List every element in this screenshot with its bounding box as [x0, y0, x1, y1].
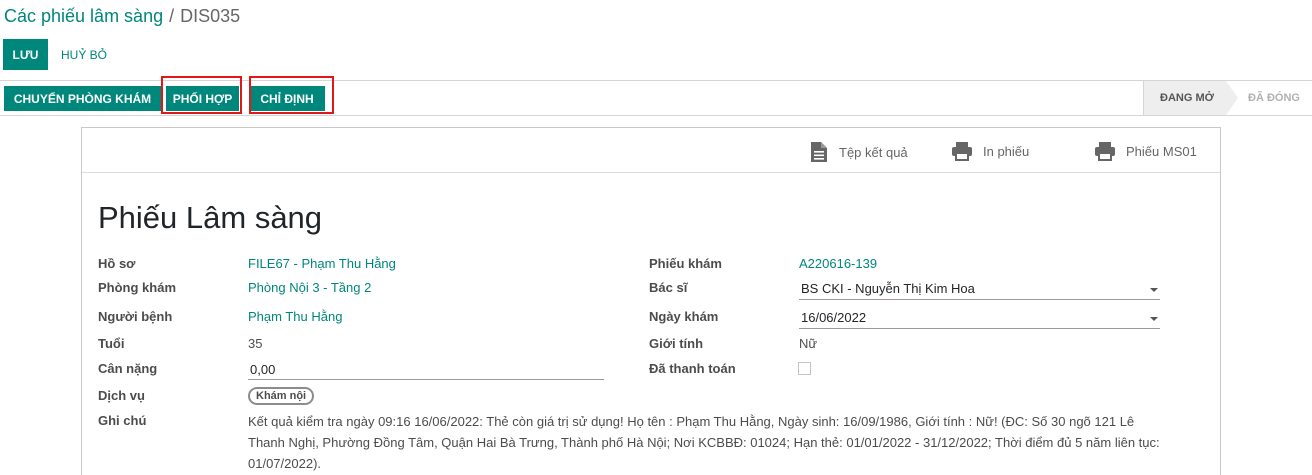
breadcrumb: Các phiếu lâm sàng / DIS035: [4, 6, 240, 27]
assign-button[interactable]: CHỈ ĐỊNH: [249, 86, 325, 111]
print-button[interactable]: In phiếu: [951, 141, 1029, 161]
room-label: Phòng khám: [98, 280, 177, 295]
chevron-down-icon[interactable]: [1150, 288, 1158, 292]
doctor-value: BS CKI - Nguyễn Thị Kim Hoa: [801, 281, 975, 296]
stage-bar: ĐANG MỞ ĐÃ ĐÓNG: [1143, 81, 1312, 115]
room-link[interactable]: Phòng Nội 3 - Tầng 2: [248, 280, 371, 295]
breadcrumb-separator: /: [169, 6, 175, 26]
breadcrumb-parent-link[interactable]: Các phiếu lâm sàng: [4, 6, 163, 26]
form-sheet: Tệp kết quả In phiếu Phiếu MS01 Phiếu Lâ…: [81, 127, 1221, 475]
date-value: 16/06/2022: [801, 310, 867, 325]
weight-label: Cân nặng: [98, 361, 158, 376]
ms01-label: Phiếu MS01: [1126, 143, 1197, 159]
breadcrumb-current: DIS035: [180, 6, 241, 26]
gender-label: Giới tính: [649, 336, 704, 351]
exam-link[interactable]: A220616-139: [799, 256, 877, 271]
transfer-room-button[interactable]: CHUYỂN PHÒNG KHÁM: [4, 86, 161, 111]
doctor-select[interactable]: BS CKI - Nguyễn Thị Kim Hoa: [799, 278, 1160, 300]
age-value: 35: [248, 336, 263, 351]
service-label: Dịch vụ: [98, 388, 145, 403]
patient-label: Người bệnh: [98, 309, 173, 324]
stage-closed[interactable]: ĐÃ ĐÓNG: [1226, 81, 1312, 115]
result-file-button[interactable]: Tệp kết quả: [809, 141, 908, 163]
note-label: Ghi chú: [98, 413, 147, 428]
printer-icon: [952, 142, 972, 161]
discard-button[interactable]: HUỶ BỎ: [61, 39, 107, 70]
printer-icon: [1095, 142, 1115, 161]
coordinate-button[interactable]: PHỐI HỢP: [166, 86, 239, 111]
form-title: Phiếu Lâm sàng: [98, 200, 323, 235]
patient-link[interactable]: Phạm Thu Hằng: [248, 309, 342, 324]
age-label: Tuổi: [98, 336, 125, 351]
service-tag[interactable]: Khám nội: [248, 387, 315, 405]
result-file-label: Tệp kết quả: [839, 144, 908, 160]
statusbar: CHUYỂN PHÒNG KHÁM PHỐI HỢP CHỈ ĐỊNH ĐANG…: [0, 76, 1312, 116]
sheet-button-box: Tệp kết quả In phiếu Phiếu MS01: [82, 128, 1220, 173]
record-label: Hồ sơ: [98, 256, 136, 271]
paid-checkbox[interactable]: [798, 362, 811, 375]
stage-open[interactable]: ĐANG MỞ: [1143, 81, 1239, 115]
record-link[interactable]: FILE67 - Phạm Thu Hằng: [248, 256, 396, 271]
date-label: Ngày khám: [649, 309, 719, 324]
ms01-button[interactable]: Phiếu MS01: [1094, 141, 1197, 161]
chevron-down-icon[interactable]: [1150, 317, 1158, 321]
note-text: Kết quả kiểm tra ngày 09:16 16/06/2022: …: [248, 414, 1160, 471]
exam-label: Phiếu khám: [649, 256, 722, 271]
weight-value: 0,00: [250, 362, 276, 377]
save-button[interactable]: LƯU: [3, 39, 48, 70]
weight-input[interactable]: 0,00: [248, 360, 604, 380]
date-picker[interactable]: 16/06/2022: [799, 307, 1160, 329]
paid-label: Đã thanh toán: [649, 361, 736, 376]
print-label: In phiếu: [983, 143, 1030, 159]
gender-value: Nữ: [799, 336, 818, 351]
file-icon: [811, 142, 827, 162]
doctor-label: Bác sĩ: [649, 280, 688, 295]
